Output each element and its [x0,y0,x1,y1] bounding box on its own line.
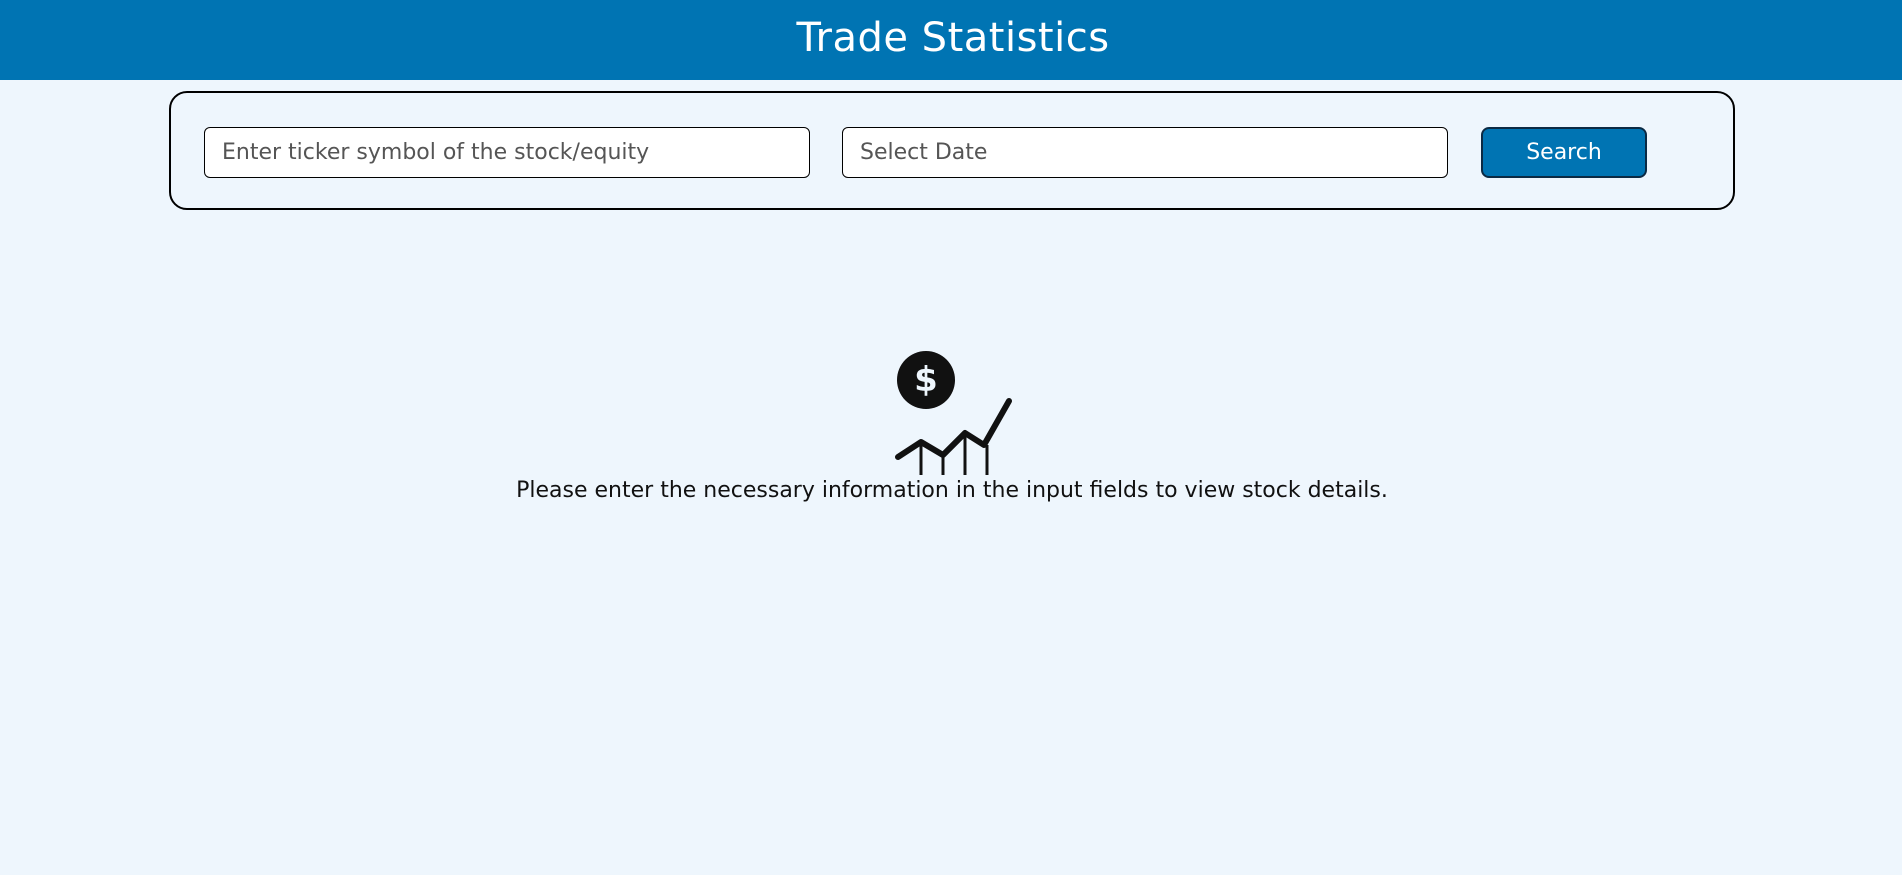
svg-text:$: $ [914,360,938,400]
app-header: Trade Statistics [0,0,1902,80]
empty-state-message: Please enter the necessary information i… [516,478,1388,503]
ticker-input[interactable] [204,127,810,178]
search-panel: Search [169,91,1735,210]
search-button[interactable]: Search [1481,127,1647,178]
page-title: Trade Statistics [796,15,1110,61]
dollar-growth-chart-icon: $ [895,351,1012,475]
date-input[interactable] [842,127,1448,178]
